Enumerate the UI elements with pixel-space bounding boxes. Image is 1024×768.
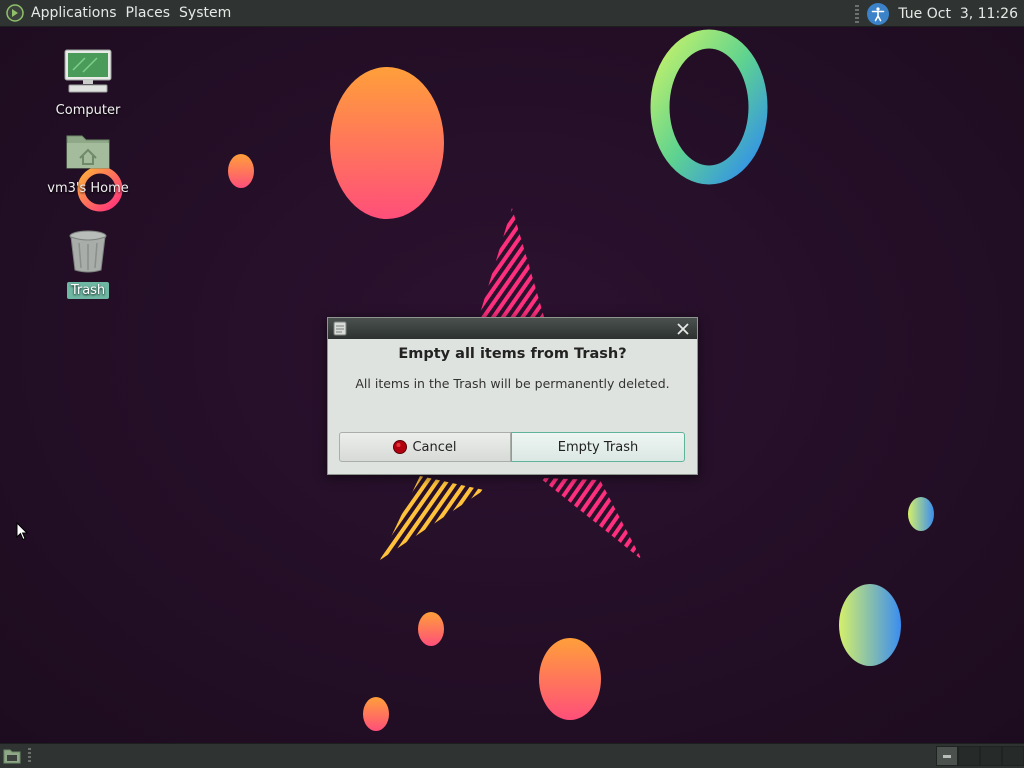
desktop-icon-label: Trash	[66, 282, 110, 299]
menu-applications[interactable]: Applications	[31, 5, 117, 21]
desktop-icon-trash[interactable]: Trash	[43, 228, 133, 299]
clock[interactable]: Tue Oct 3, 11:26	[898, 6, 1018, 22]
empty-trash-label: Empty Trash	[557, 439, 639, 455]
workspace-2[interactable]	[958, 746, 980, 766]
panel-tray: Tue Oct 3, 11:26	[855, 0, 1018, 27]
mouse-pointer-icon	[16, 522, 28, 541]
panel-grip-icon	[855, 4, 860, 23]
mint-menu-icon[interactable]	[6, 4, 24, 22]
empty-trash-button[interactable]: Empty Trash	[511, 432, 685, 462]
dialog-app-icon	[333, 321, 347, 336]
dialog-titlebar[interactable]	[328, 318, 697, 339]
desktop-icon-label: Computer	[55, 103, 121, 118]
menu-places[interactable]: Places	[126, 5, 171, 21]
menu-system[interactable]: System	[179, 5, 231, 21]
empty-trash-dialog: Empty all items from Trash? All items in…	[327, 317, 698, 475]
cancel-label: Cancel	[412, 439, 457, 455]
panel-grip-icon	[28, 748, 31, 764]
dialog-message: All items in the Trash will be permanent…	[355, 376, 670, 391]
desktop-icon-label: vm3's Home	[47, 181, 129, 196]
cancel-button[interactable]: Cancel	[339, 432, 511, 462]
desktop-icon-computer[interactable]: Computer	[43, 48, 133, 119]
desktop-icon-home[interactable]: vm3's Home	[43, 130, 133, 197]
trash-icon	[69, 230, 107, 273]
top-panel: Applications Places System Tue Oct 3, 11…	[0, 0, 1024, 27]
computer-icon	[64, 49, 112, 93]
dialog-heading: Empty all items from Trash?	[398, 346, 627, 362]
bottom-panel	[0, 743, 1024, 768]
close-icon[interactable]	[675, 321, 691, 337]
workspace-1[interactable]	[936, 746, 958, 766]
show-desktop-icon[interactable]	[3, 748, 21, 764]
home-folder-icon	[66, 135, 110, 169]
accessibility-icon[interactable]	[867, 2, 890, 25]
workspace-4[interactable]	[1002, 746, 1024, 766]
stop-icon	[393, 440, 408, 454]
workspace-3[interactable]	[980, 746, 1002, 766]
